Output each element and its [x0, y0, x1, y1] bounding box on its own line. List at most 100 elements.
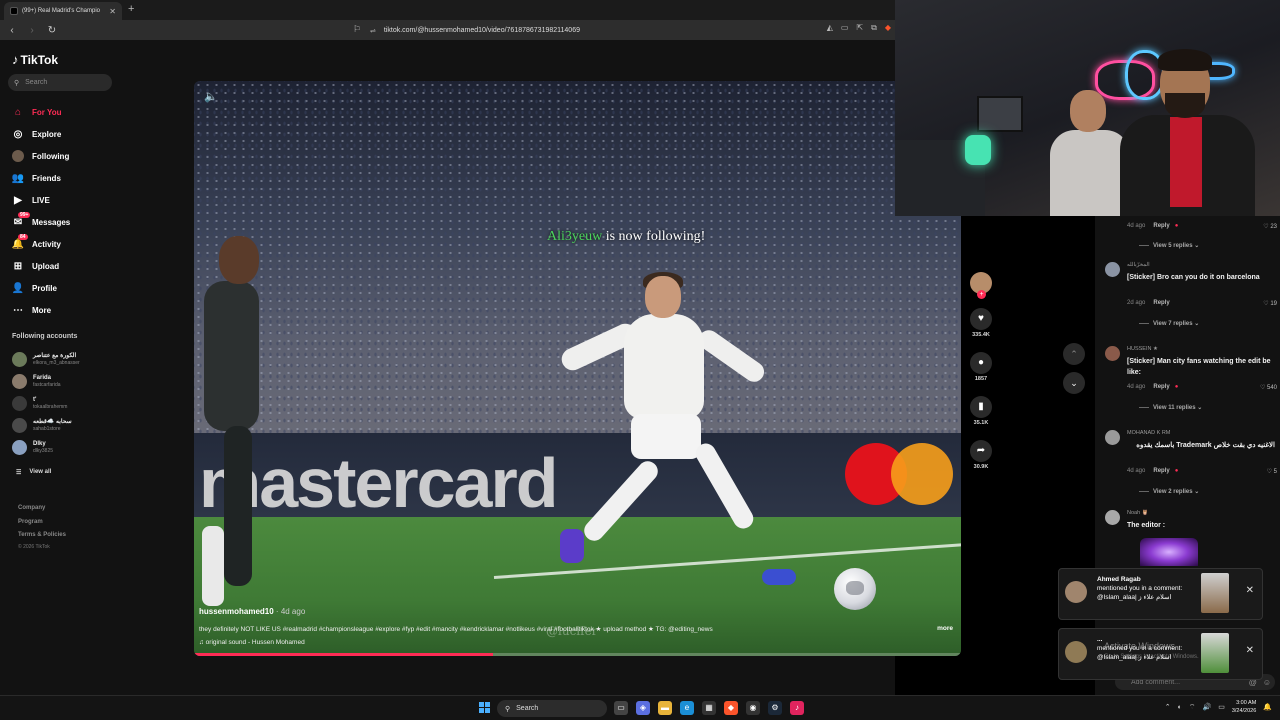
comment-author[interactable]: HUSSEIN ★: [1127, 346, 1158, 352]
mute-tab-icon[interactable]: ◭: [827, 23, 833, 33]
new-tab-icon[interactable]: +: [128, 3, 134, 15]
following-account[interactable]: t' tokaalbrahemm: [12, 392, 117, 414]
tray-chevron-icon[interactable]: ⌃: [1165, 703, 1171, 711]
follow-plus-icon[interactable]: +: [977, 290, 986, 299]
network-icon[interactable]: ⌔: [1189, 703, 1196, 712]
comment-author[interactable]: المخرّبالله: [1127, 262, 1150, 268]
view-replies-button[interactable]: View 11 replies ⌄: [1139, 404, 1202, 411]
avatar[interactable]: [1105, 430, 1120, 445]
volume-icon[interactable]: 🔈: [204, 90, 218, 103]
close-notification-icon[interactable]: ✕: [1246, 645, 1254, 656]
nav-label: LIVE: [32, 195, 50, 205]
share-page-icon[interactable]: ⇱: [856, 23, 863, 33]
nav-profile[interactable]: 👤 Profile: [12, 277, 117, 299]
comment-author[interactable]: Noah 🦉: [1127, 510, 1149, 516]
avatar[interactable]: [1105, 346, 1120, 361]
creator-avatar[interactable]: +: [970, 272, 992, 299]
url-field[interactable]: ⇌ tiktok.com/@hussenmohamed10/video/7618…: [370, 24, 840, 37]
nav-following[interactable]: Following: [12, 145, 117, 167]
view-replies-label: View 11 replies: [1153, 405, 1196, 411]
tiktok-logo[interactable]: ♪ TikTok: [12, 52, 58, 67]
share-button[interactable]: ➦ 30.9K: [966, 440, 996, 470]
nav-label: Following: [32, 151, 70, 161]
following-accounts-title: Following accounts: [12, 333, 78, 340]
nav-for-you[interactable]: ⌂ For You: [12, 101, 117, 123]
cast-icon[interactable]: ▭: [841, 23, 849, 33]
following-avatar-icon: [12, 150, 24, 162]
close-tab-icon[interactable]: ✕: [109, 7, 116, 16]
clock[interactable]: 3:00 AM 3/24/2026: [1232, 699, 1256, 715]
obs-icon[interactable]: ◉: [746, 701, 760, 715]
reply-button[interactable]: Reply: [1153, 468, 1169, 474]
close-notification-icon[interactable]: ✕: [1246, 585, 1254, 596]
reply-button[interactable]: Reply: [1153, 300, 1169, 306]
file-explorer-icon[interactable]: ▬: [658, 701, 672, 715]
compass-icon: ◎: [13, 128, 23, 140]
brave-icon[interactable]: ◆: [724, 701, 738, 715]
avatar[interactable]: [1105, 510, 1120, 525]
nav-upload[interactable]: ⊞ Upload: [12, 255, 117, 277]
comment-likes[interactable]: ♡ 5: [1267, 468, 1277, 475]
view-all-link[interactable]: ☰ View all: [16, 469, 51, 476]
site-info-icon[interactable]: ⇌: [370, 27, 376, 35]
tab-title: (99+) Real Madrid's Champio: [22, 8, 101, 14]
following-account[interactable]: سحابه ☁️قطعه sahab1store: [12, 414, 117, 436]
footer-company[interactable]: Company: [18, 502, 66, 516]
search-input[interactable]: ⚲ Search: [8, 74, 112, 91]
view-replies-button[interactable]: View 7 replies ⌄: [1139, 320, 1199, 327]
nav-activity[interactable]: 🔔 84 Activity: [12, 233, 117, 255]
notifications-icon[interactable]: 🔔: [1263, 703, 1272, 711]
footer-terms[interactable]: Terms & Policies: [18, 529, 66, 543]
bookmark-button[interactable]: ▮ 35.1K: [966, 396, 996, 426]
comment-likes[interactable]: ♡ 23: [1263, 223, 1277, 230]
forward-icon[interactable]: ›: [24, 25, 40, 36]
nav-friends[interactable]: 👥 Friends: [12, 167, 117, 189]
nav-more[interactable]: ⋯ More: [12, 299, 117, 321]
tiktok-app-icon[interactable]: ♪: [790, 701, 804, 715]
video-progress-bar[interactable]: [194, 653, 961, 656]
video-player[interactable]: mastercard Ali3yeuw is now following! 🔈 …: [194, 81, 961, 656]
bookmark-icon[interactable]: ⚐: [353, 24, 361, 35]
caption-more-button[interactable]: more: [937, 625, 953, 632]
battery-icon[interactable]: ▭: [1218, 703, 1225, 711]
taskbar-search-label: Search: [516, 705, 539, 712]
comment-button[interactable]: ● 1857: [966, 352, 996, 382]
edge-icon[interactable]: e: [680, 701, 694, 715]
nav-explore[interactable]: ◎ Explore: [12, 123, 117, 145]
previous-video-icon[interactable]: ⌃: [1063, 343, 1085, 365]
store-icon[interactable]: ▦: [702, 701, 716, 715]
view-replies-button[interactable]: View 2 replies ⌄: [1139, 488, 1199, 495]
steam-icon[interactable]: ⚙: [768, 701, 782, 715]
task-view-icon[interactable]: ▭: [614, 701, 628, 715]
tray-app-icon[interactable]: ◐: [1178, 704, 1182, 711]
view-replies-button[interactable]: View 5 replies ⌄: [1139, 242, 1199, 249]
following-account[interactable]: Farida fastcarfarida: [12, 370, 117, 392]
like-button[interactable]: ♥ 335.4K: [966, 308, 996, 338]
copilot-icon[interactable]: ◈: [636, 701, 650, 715]
notification-toast[interactable]: Ahmed Ragab mentioned you in a comment: @…: [1058, 568, 1263, 620]
video-sound[interactable]: ♫ original sound - Hussen Mohamed: [199, 639, 305, 646]
copy-icon[interactable]: ⧉: [871, 23, 877, 33]
reload-icon[interactable]: ↻: [44, 25, 60, 36]
back-icon[interactable]: ‹: [4, 25, 20, 36]
brave-shield-icon[interactable]: ◆: [885, 23, 891, 33]
reply-button[interactable]: Reply: [1153, 384, 1169, 390]
like-count: 540: [1266, 385, 1277, 391]
comment-author[interactable]: MOHANAD K RM: [1127, 430, 1170, 436]
video-author[interactable]: hussenmohamed10 · 4d ago: [199, 607, 305, 616]
following-account[interactable]: Dlky dlky3825: [12, 436, 117, 458]
footer-program[interactable]: Program: [18, 516, 66, 530]
nav-live[interactable]: ▶ LIVE: [12, 189, 117, 211]
reply-button[interactable]: Reply: [1153, 223, 1169, 229]
emoji-icon[interactable]: ☺: [1263, 678, 1271, 687]
comment-likes[interactable]: ♡ 19: [1263, 300, 1277, 307]
avatar[interactable]: [1105, 262, 1120, 277]
taskbar-search[interactable]: ⚲ Search: [497, 700, 607, 717]
following-account[interactable]: الكورة مع عتناصر elkora_m3_abnasser: [12, 348, 117, 370]
nav-messages[interactable]: ✉ 99+ Messages: [12, 211, 117, 233]
start-icon[interactable]: [479, 702, 491, 714]
browser-tab[interactable]: (99+) Real Madrid's Champio ✕: [4, 2, 122, 20]
next-video-icon[interactable]: ⌄: [1063, 372, 1085, 394]
comment-likes[interactable]: ♡ 540: [1260, 384, 1277, 391]
volume-tray-icon[interactable]: 🔊: [1202, 703, 1211, 711]
